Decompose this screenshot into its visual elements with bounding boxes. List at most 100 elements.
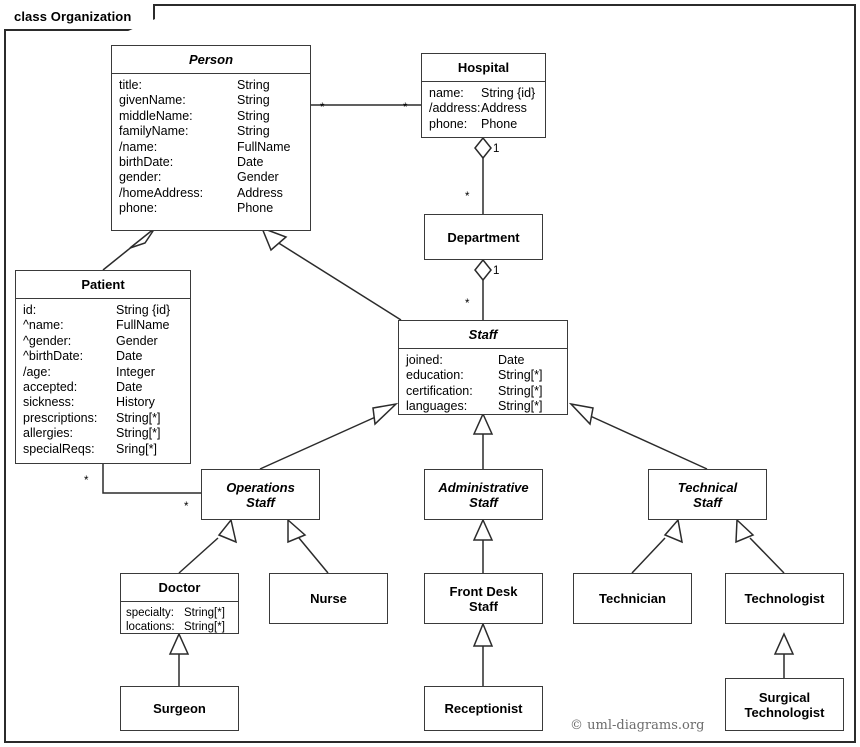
attr-type: FullName <box>116 318 170 333</box>
attr-type: String[*] <box>498 383 543 398</box>
attr-name: ^gender: <box>23 333 72 348</box>
attr-name: languages: <box>406 399 468 414</box>
class-operations-staff[interactable]: Operations Staff <box>201 469 320 520</box>
multiplicity-department-staff-department: 1 <box>493 265 500 277</box>
attr-name: phone: <box>429 116 468 131</box>
attr-name: /age: <box>23 364 51 379</box>
attr-name: phone: <box>119 201 158 216</box>
multiplicity-patient-operations-staff: * <box>184 501 189 513</box>
attr-name: certification: <box>406 383 473 398</box>
class-patient-title: Patient <box>16 271 190 299</box>
multiplicity-hospital-department-hospital: 1 <box>493 143 500 155</box>
attr-name: birthDate: <box>119 155 174 170</box>
attr-type: Address <box>481 101 527 116</box>
attr-type: Date <box>116 380 143 395</box>
attr-name: middleName: <box>119 108 193 123</box>
attr-name: ^name: <box>23 318 64 333</box>
class-surgical-technologist[interactable]: Surgical Technologist <box>725 678 844 731</box>
class-person-title: Person <box>112 46 310 74</box>
attr-name: title: <box>119 78 142 92</box>
class-doctor[interactable]: Doctor specialty: String[*] locations: Str… <box>120 573 239 634</box>
class-technician-title: Technician <box>599 591 666 606</box>
attr-name: name: <box>429 86 464 100</box>
attr-type: Gender <box>116 333 158 348</box>
class-nurse-title: Nurse <box>310 591 347 606</box>
attr-name: ^birthDate: <box>23 349 84 364</box>
attr-type: String[*] <box>498 368 543 383</box>
multiplicity-department-staff-staff: * <box>465 298 470 310</box>
multiplicity-hospital-department-department: * <box>465 191 470 203</box>
class-person-attributes: title: String givenName: String middleName… <box>112 74 310 222</box>
attr-name: /address: <box>429 101 481 116</box>
attr-name: familyName: <box>119 124 189 139</box>
attr-name: prescriptions: <box>23 410 98 425</box>
class-patient-attributes: id: String {id} ^name: FullName ^gender: Ge… <box>16 299 190 462</box>
attr-type: String <box>237 108 270 123</box>
class-front-desk-staff-title: Front Desk Staff <box>449 583 518 614</box>
attr-type: String[*] <box>184 621 225 633</box>
class-hospital-attributes: name: String {id} /address: Address phone:… <box>422 82 545 137</box>
attr-name: /name: <box>119 139 158 154</box>
class-receptionist-title: Receptionist <box>444 701 523 716</box>
class-surgeon[interactable]: Surgeon <box>120 686 239 731</box>
multiplicity-patient-operations-patient: * <box>84 475 89 487</box>
attr-name: accepted: <box>23 380 78 395</box>
copyright-credit: © uml-diagrams.org <box>570 718 705 733</box>
attr-name: id: <box>23 303 37 317</box>
attr-name: sickness: <box>23 395 75 410</box>
class-technical-staff-title: Technical Staff <box>677 479 738 510</box>
attr-type: String {id} <box>481 86 536 100</box>
class-administrative-staff-title: Administrative Staff <box>438 479 529 510</box>
attr-name: specialReqs: <box>23 441 95 456</box>
attr-name: locations: <box>126 621 175 633</box>
attr-type: String <box>237 93 270 108</box>
class-department-title: Department <box>447 229 520 245</box>
attr-type: Date <box>237 155 264 170</box>
attr-type: Date <box>116 349 143 364</box>
class-technologist[interactable]: Technologist <box>725 573 844 624</box>
attr-name: /homeAddress: <box>119 185 204 200</box>
class-technical-staff[interactable]: Technical Staff <box>648 469 767 520</box>
class-front-desk-staff[interactable]: Front Desk Staff <box>424 573 543 624</box>
attr-type: Phone <box>237 201 274 216</box>
attr-name: allergies: <box>23 426 74 441</box>
attr-type: String[*] <box>116 410 161 425</box>
class-technologist-title: Technologist <box>744 591 825 606</box>
attr-type: Date <box>498 353 525 367</box>
class-surgical-technologist-title: Surgical Technologist <box>744 689 825 720</box>
attr-name: joined: <box>406 353 443 367</box>
attr-type: Integer <box>116 364 155 379</box>
attr-type: Gender <box>237 170 279 185</box>
attr-type: Address <box>237 185 283 200</box>
class-staff-attributes: joined: Date education: String[*] certific… <box>399 349 567 420</box>
attr-name: gender: <box>119 170 162 185</box>
class-administrative-staff[interactable]: Administrative Staff <box>424 469 543 520</box>
class-hospital-title: Hospital <box>422 54 545 82</box>
attr-type: History <box>116 395 155 410</box>
multiplicity-person-hospital-person: * <box>320 102 325 114</box>
multiplicity-person-hospital-hospital: * <box>403 102 408 114</box>
attr-name: givenName: <box>119 93 186 108</box>
attr-type: String <box>237 124 270 139</box>
attr-type: FullName <box>237 139 291 154</box>
frame-label: class Organization <box>4 4 156 31</box>
class-doctor-attributes: specialty: String[*] locations: String[*] <box>121 602 238 639</box>
attr-type: String[*] <box>498 399 543 414</box>
attr-type: Phone <box>481 116 518 131</box>
class-staff-title: Staff <box>399 321 567 349</box>
class-department[interactable]: Department <box>424 214 543 260</box>
attr-name: specialty: <box>126 607 174 619</box>
class-technician[interactable]: Technician <box>573 573 692 624</box>
class-surgeon-title: Surgeon <box>153 701 206 716</box>
class-staff[interactable]: Staff joined: Date education: String[*] ce… <box>398 320 568 415</box>
class-person[interactable]: Person title: String givenName: String mid… <box>111 45 311 231</box>
class-receptionist[interactable]: Receptionist <box>424 686 543 731</box>
uml-class-diagram: class Organization * * 1 * 1 * * * Perso… <box>0 0 860 747</box>
attr-type: Sring[*] <box>116 441 157 456</box>
attr-name: education: <box>406 368 464 383</box>
class-patient[interactable]: Patient id: String {id} ^name: FullName ^g… <box>15 270 191 464</box>
class-nurse[interactable]: Nurse <box>269 573 388 624</box>
class-hospital[interactable]: Hospital name: String {id} /address: Addre… <box>421 53 546 138</box>
class-doctor-title: Doctor <box>121 574 238 602</box>
attr-type: String[*] <box>184 607 225 619</box>
